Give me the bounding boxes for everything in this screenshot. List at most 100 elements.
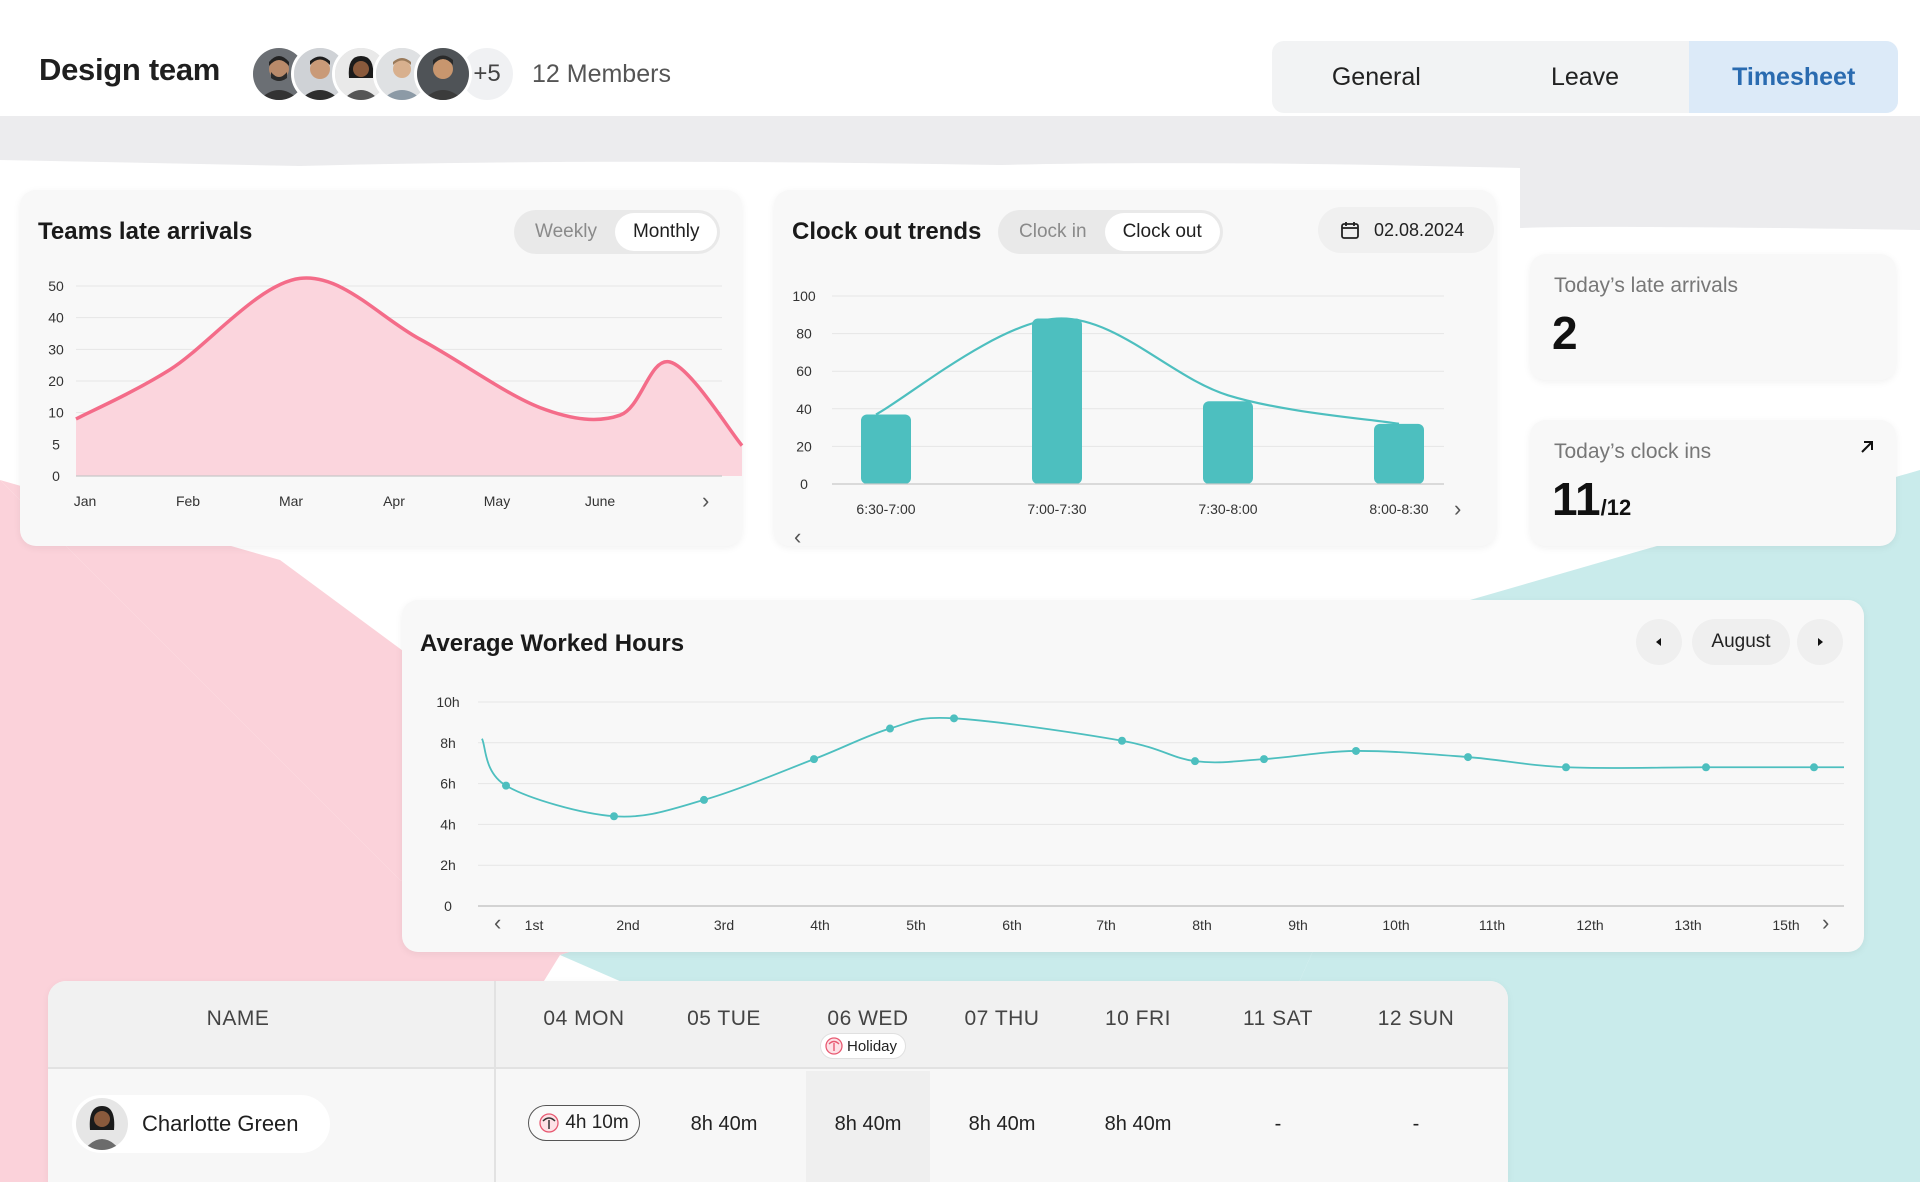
- y-tick-label: 0: [444, 898, 452, 914]
- view-tabs: General Leave Timesheet: [1272, 41, 1898, 113]
- x-tick-label: 7th: [1096, 917, 1115, 933]
- tab-leave[interactable]: Leave: [1481, 41, 1690, 113]
- data-point: [1260, 755, 1268, 764]
- column-header-tue[interactable]: 05 TUE: [664, 1007, 784, 1031]
- tab-general[interactable]: General: [1272, 41, 1481, 113]
- column-header-fri[interactable]: 10 FRI: [1078, 1007, 1198, 1031]
- timesheet-cell-sun[interactable]: -: [1356, 1113, 1476, 1136]
- timesheet-cell-fri[interactable]: 8h 40m: [1078, 1113, 1198, 1136]
- column-divider: [494, 981, 496, 1182]
- date-picker[interactable]: 02.08.2024: [1318, 207, 1494, 253]
- data-point: [1810, 763, 1818, 772]
- x-tick-label: 6:30-7:00: [856, 501, 915, 517]
- y-tick-label: 20: [48, 373, 64, 389]
- late-arrivals-stat-label: Today’s late arrivals: [1554, 274, 1739, 297]
- members-count: 12 Members: [532, 60, 671, 88]
- prev-month-button[interactable]: [1636, 619, 1682, 665]
- bar: [861, 414, 911, 484]
- series-line: [481, 717, 1844, 818]
- clock-ins-count: 11: [1552, 473, 1601, 525]
- x-tick-label: 4th: [810, 917, 829, 933]
- y-tick-label: 10: [48, 405, 64, 421]
- member-avatars[interactable]: +5: [250, 45, 516, 103]
- x-tick-label: 11th: [1479, 917, 1505, 933]
- data-point: [1118, 736, 1126, 745]
- palm-tree-icon: [539, 1113, 559, 1133]
- timesheet-cell-thu[interactable]: 8h 40m: [942, 1113, 1062, 1136]
- avatar[interactable]: [414, 45, 472, 103]
- x-tick-label: 1st: [525, 917, 544, 933]
- next-month-button[interactable]: [1797, 619, 1843, 665]
- x-tick-label: 9th: [1288, 917, 1307, 933]
- header: Design team +5 12 Members General Leave …: [0, 0, 1920, 116]
- avatar: [76, 1098, 128, 1150]
- data-point: [950, 714, 958, 723]
- employee-name-cell[interactable]: Charlotte Green: [72, 1095, 330, 1153]
- late-arrivals-chart: 0 5 10 20 30 40 50 Jan Feb Mar Apr May June: [48, 276, 744, 509]
- leave-hours: 4h 10m: [565, 1112, 629, 1133]
- y-tick-label: 20: [796, 438, 812, 454]
- holiday-badge: Holiday: [820, 1033, 907, 1059]
- y-tick-label: 100: [792, 288, 816, 304]
- y-tick-label: 30: [48, 341, 64, 357]
- caret-left-icon: [1656, 638, 1661, 646]
- column-header-sun[interactable]: 12 SUN: [1356, 1007, 1476, 1031]
- tab-timesheet[interactable]: Timesheet: [1689, 41, 1898, 113]
- chevron-right-icon[interactable]: ›: [1822, 912, 1829, 934]
- data-point: [1562, 763, 1570, 772]
- x-tick-label: Mar: [279, 493, 303, 509]
- data-point: [1702, 763, 1710, 772]
- column-header-wed[interactable]: 06 WED: [808, 1007, 928, 1031]
- data-point: [610, 812, 618, 821]
- chevron-left-icon[interactable]: ‹: [794, 526, 801, 548]
- x-tick-label: 7:30-8:00: [1198, 501, 1257, 517]
- chevron-left-icon[interactable]: ‹: [494, 912, 501, 934]
- bar: [1203, 401, 1253, 484]
- date-text: 02.08.2024: [1374, 219, 1465, 240]
- x-tick-label: 8th: [1192, 917, 1211, 933]
- data-point: [1352, 746, 1360, 755]
- x-tick-label: Jan: [74, 493, 97, 509]
- clock-ins-stat-card: Today’s clock ins 11/12: [1530, 420, 1896, 546]
- x-tick-label: Feb: [176, 493, 200, 509]
- x-tick-label: 8:00-8:30: [1369, 501, 1428, 517]
- x-tick-label: June: [585, 493, 616, 509]
- month-selector[interactable]: August: [1692, 619, 1790, 665]
- data-point: [810, 755, 818, 764]
- x-tick-label: 15th: [1772, 917, 1799, 933]
- y-tick-label: 50: [48, 278, 64, 294]
- y-tick-label: 4h: [440, 816, 456, 832]
- column-header-name[interactable]: NAME: [178, 1007, 298, 1031]
- data-point: [886, 724, 894, 733]
- leave-entry[interactable]: 4h 10m: [528, 1105, 640, 1141]
- y-tick-label: 8h: [440, 735, 456, 751]
- area-fill: [76, 277, 742, 476]
- x-tick-label: 10th: [1382, 917, 1409, 933]
- column-header-sat[interactable]: 11 SAT: [1218, 1007, 1338, 1031]
- column-header-mon[interactable]: 04 MON: [524, 1007, 644, 1031]
- y-tick-label: 40: [796, 401, 812, 417]
- timesheet-cell-sat[interactable]: -: [1218, 1113, 1338, 1136]
- x-tick-label: 2nd: [616, 917, 639, 933]
- late-arrivals-card: Teams late arrivals Weekly Monthly 0 5 10 2…: [20, 190, 744, 546]
- arrow-up-right-icon[interactable]: [1858, 438, 1876, 456]
- y-tick-label: 0: [52, 468, 60, 484]
- y-tick-label: 0: [800, 476, 808, 492]
- data-point: [1464, 753, 1472, 762]
- y-tick-label: 40: [48, 310, 64, 326]
- column-header-thu[interactable]: 07 THU: [942, 1007, 1062, 1031]
- data-point: [700, 795, 708, 804]
- y-tick-label: 2h: [440, 857, 456, 873]
- x-tick-label: 7:00-7:30: [1027, 501, 1086, 517]
- timesheet-table: NAME 04 MON 05 TUE 06 WED 07 THU 10 FRI …: [48, 981, 1508, 1182]
- bar: [1374, 423, 1424, 484]
- employee-name: Charlotte Green: [142, 1111, 299, 1136]
- chevron-right-icon[interactable]: ›: [1454, 498, 1461, 520]
- timesheet-cell-tue[interactable]: 8h 40m: [664, 1113, 784, 1136]
- x-tick-label: May: [484, 493, 510, 509]
- timesheet-cell-wed[interactable]: 8h 40m: [808, 1113, 928, 1136]
- x-tick-label: 12th: [1576, 917, 1603, 933]
- data-point: [1191, 757, 1199, 766]
- clock-ins-total: /12: [1600, 495, 1632, 520]
- chevron-right-icon[interactable]: ›: [702, 490, 709, 512]
